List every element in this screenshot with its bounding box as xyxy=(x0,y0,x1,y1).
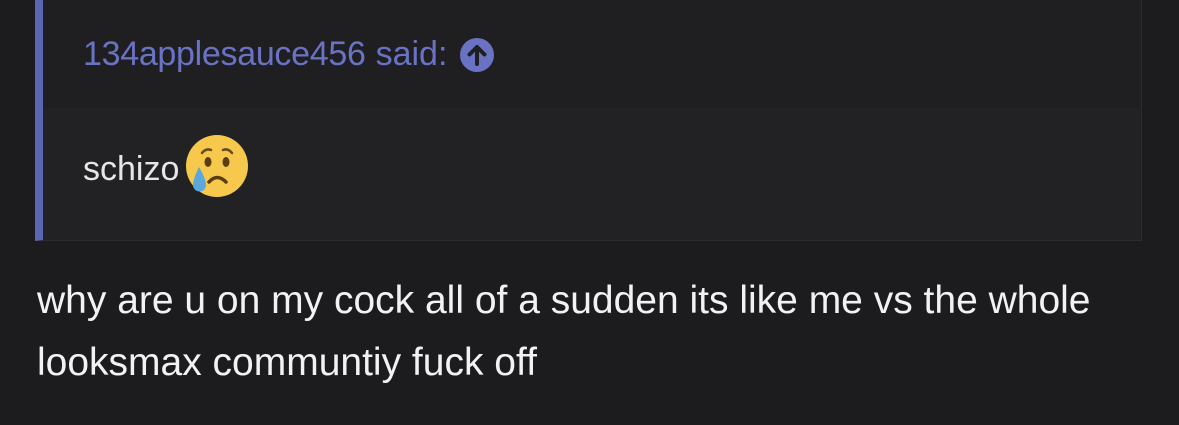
quote-body: schizo xyxy=(83,135,249,200)
post: 134applesauce456 said: schizo why are u … xyxy=(0,0,1179,425)
quote-header: 134applesauce456 said: xyxy=(43,0,1141,108)
quote-said-label: said: xyxy=(375,34,448,73)
reply-text: why are u on my cock all of a sudden its… xyxy=(37,279,1102,384)
crying-face-icon xyxy=(186,135,249,197)
quote-block: 134applesauce456 said: schizo xyxy=(35,0,1142,241)
arrow-up-circle-icon[interactable] xyxy=(459,37,495,73)
quote-author-link[interactable]: 134applesauce456 xyxy=(83,35,366,74)
quote-text: schizo xyxy=(83,149,180,188)
